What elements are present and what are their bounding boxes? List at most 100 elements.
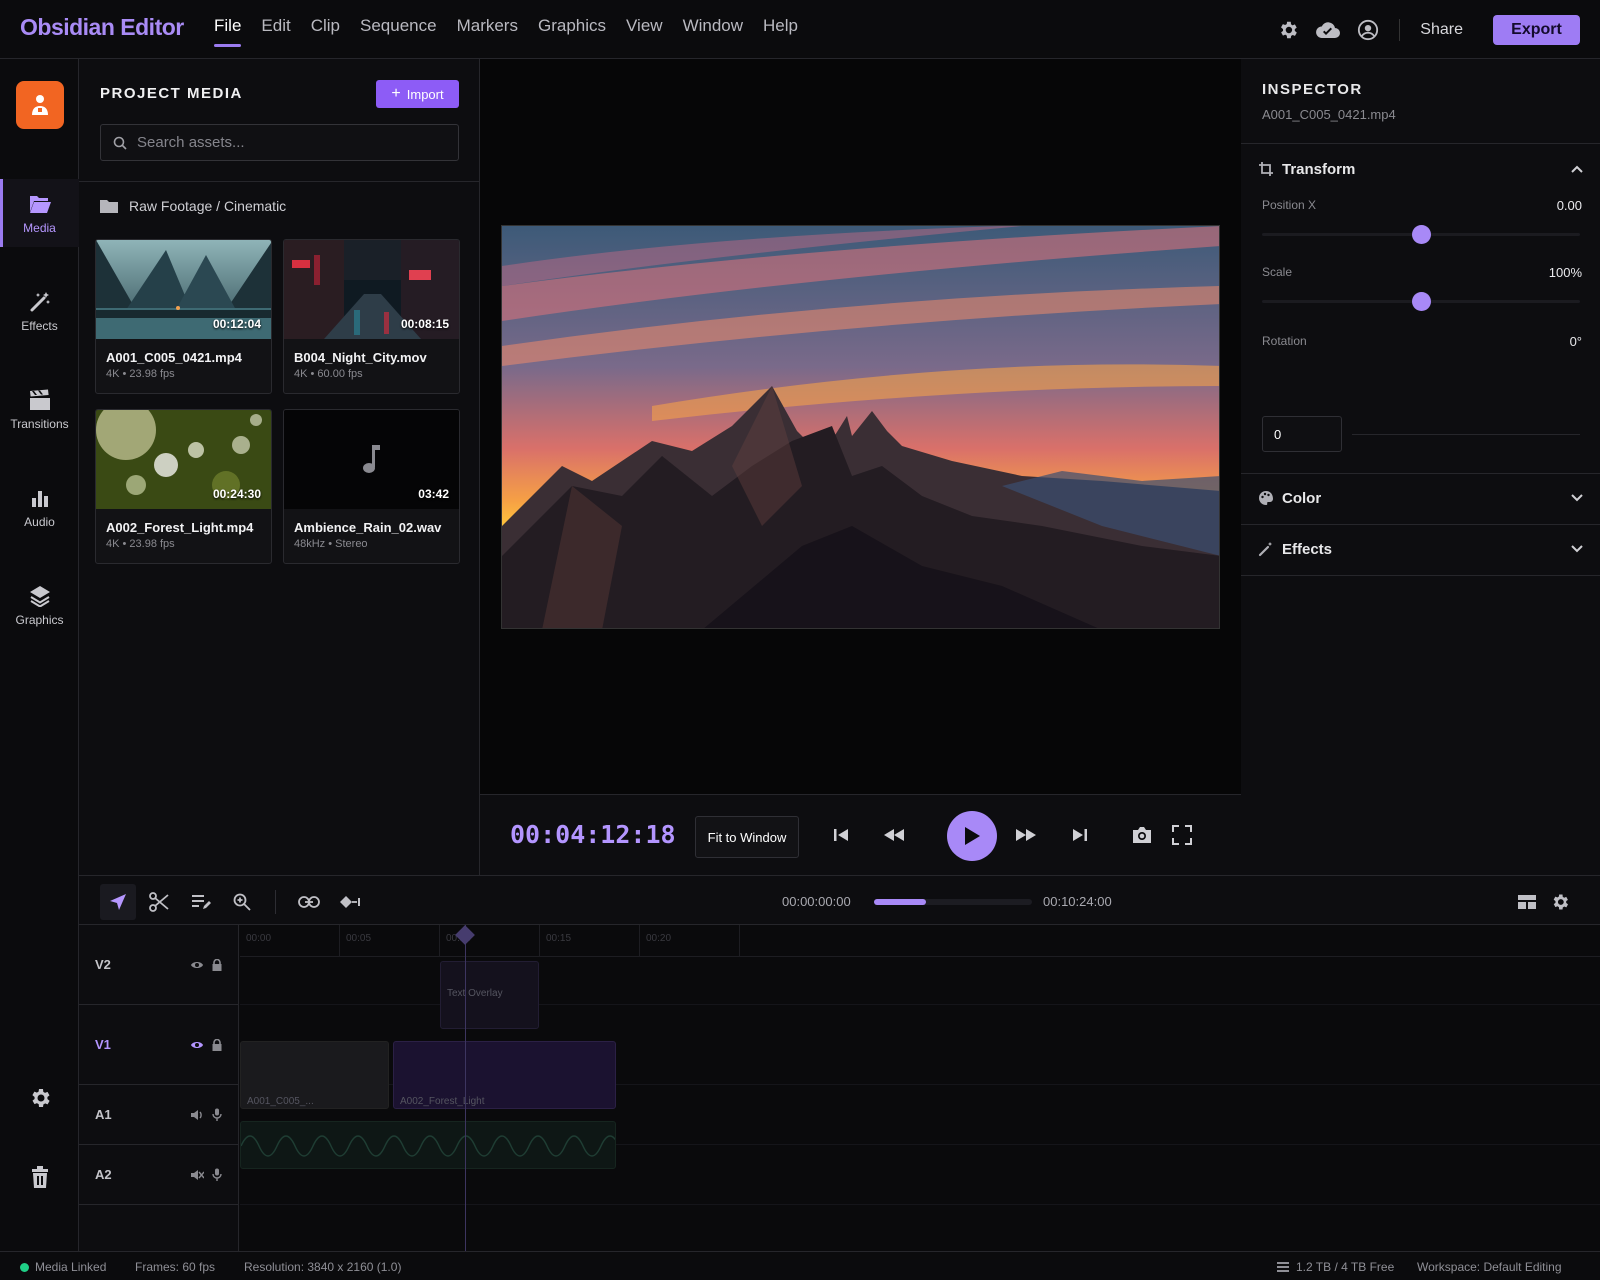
rail-item-graphics[interactable]: Graphics — [0, 571, 79, 639]
media-card[interactable]: 00:24:30 A002_Forest_Light.mp4 4K • 23.9… — [95, 409, 272, 564]
track-header-a1[interactable]: A1 — [79, 1085, 239, 1145]
import-button[interactable]: + Import — [376, 80, 459, 108]
menu-view[interactable]: View — [626, 16, 663, 46]
effects-section-header[interactable]: Effects — [1258, 537, 1583, 561]
settings-gear-icon[interactable] — [1275, 17, 1301, 43]
menu-edit[interactable]: Edit — [261, 16, 290, 46]
rail-item-media[interactable]: Media — [0, 179, 79, 247]
track-header-v2[interactable]: V2 — [79, 925, 239, 1005]
export-button[interactable]: Export — [1493, 15, 1580, 45]
video-preview[interactable] — [501, 225, 1220, 629]
playhead[interactable] — [465, 925, 466, 1251]
trash-icon[interactable] — [0, 1166, 79, 1188]
rail-label: Transitions — [10, 417, 69, 431]
settings-gear-icon[interactable] — [0, 1086, 79, 1110]
slider-knob[interactable] — [1412, 225, 1431, 244]
audio-clip-waveform[interactable] — [240, 1121, 616, 1169]
media-card[interactable]: 00:12:04 A001_C005_0421.mp4 4K • 23.98 f… — [95, 239, 272, 394]
clip-text-overlay[interactable]: Text Overlay — [440, 961, 539, 1029]
media-card[interactable]: 00:08:15 B004_Night_City.mov 4K • 60.00 … — [283, 239, 460, 394]
search-box — [100, 124, 459, 161]
section-label: Transform — [1282, 160, 1356, 178]
skip-to-end-icon[interactable] — [1066, 821, 1094, 849]
fullscreen-icon[interactable] — [1168, 821, 1196, 849]
resolution-status: Resolution: 3840 x 2160 (1.0) — [244, 1260, 402, 1274]
magic-wand-icon — [1258, 542, 1272, 557]
clip-v1-a002[interactable]: A002_Forest_Light — [393, 1041, 616, 1109]
color-section-header[interactable]: Color — [1258, 486, 1583, 510]
rail-item-effects[interactable]: Effects — [0, 277, 79, 345]
eye-icon[interactable] — [187, 1040, 207, 1050]
menu-graphics[interactable]: Graphics — [538, 16, 606, 46]
menu-file[interactable]: File — [214, 16, 242, 47]
media-card[interactable]: 03:42 Ambience_Rain_02.wav 48kHz • Stere… — [283, 409, 460, 564]
microphone-icon[interactable] — [207, 1168, 227, 1181]
scale-slider[interactable] — [1262, 292, 1580, 311]
menu-help[interactable]: Help — [763, 16, 798, 46]
thumbnail-night-city: 00:08:15 — [284, 240, 459, 339]
skip-to-start-icon[interactable] — [827, 821, 855, 849]
track-name: A2 — [95, 1167, 112, 1182]
link-icon[interactable] — [291, 884, 327, 920]
cloud-sync-icon[interactable] — [1315, 17, 1341, 43]
menu-window[interactable]: Window — [683, 16, 743, 46]
folder-icon — [100, 200, 118, 213]
fast-forward-icon[interactable] — [1012, 821, 1040, 849]
media-meta: 4K • 23.98 fps — [106, 538, 175, 550]
share-button[interactable]: Share — [1420, 21, 1463, 39]
timeline-settings-gear-icon[interactable] — [1542, 884, 1578, 920]
position-x-slider[interactable] — [1262, 225, 1580, 244]
rotation-input[interactable] — [1262, 416, 1342, 452]
menu-markers[interactable]: Markers — [457, 16, 518, 46]
menu-clip[interactable]: Clip — [311, 16, 340, 46]
timeline-scrubber[interactable] — [874, 899, 1032, 905]
rail-label: Audio — [24, 515, 55, 529]
duration-badge: 03:42 — [418, 487, 449, 501]
divider — [275, 890, 276, 914]
fit-to-window-button[interactable]: Fit to Window — [695, 816, 799, 858]
storage-list-icon — [1277, 1262, 1289, 1272]
left-rail: Media Effects Transitions Audio Graphics — [0, 59, 79, 1251]
search-input[interactable] — [137, 134, 437, 151]
folder-open-icon — [29, 196, 51, 213]
timeline-start-time: 00:00:00:00 — [782, 894, 851, 909]
rail-item-transitions[interactable]: Transitions — [0, 375, 79, 443]
keyframe-icon[interactable] — [333, 884, 369, 920]
select-tool-arrow-icon[interactable] — [100, 884, 136, 920]
text-edit-icon[interactable] — [183, 884, 219, 920]
lock-icon[interactable] — [207, 958, 227, 971]
clip-v1-a001[interactable]: A001_C005_... — [240, 1041, 389, 1109]
top-bar: Obsidian Editor File Edit Clip Sequence … — [0, 0, 1600, 59]
slider-knob[interactable] — [1412, 292, 1431, 311]
eye-icon[interactable] — [187, 960, 207, 970]
timeline-tracks[interactable]: 00:00 00:05 00:10 00:15 00:20 Text Overl… — [240, 925, 1600, 1251]
rail-label: Effects — [21, 319, 58, 333]
track-header-a2[interactable]: A2 — [79, 1145, 239, 1205]
camera-snapshot-icon[interactable] — [1128, 821, 1156, 849]
folder-breadcrumb[interactable]: Raw Footage / Cinematic — [100, 198, 286, 214]
time-ruler[interactable]: 00:00 00:05 00:10 00:15 00:20 — [240, 925, 1600, 957]
rewind-icon[interactable] — [880, 821, 908, 849]
divider — [79, 181, 479, 182]
transform-section-header[interactable]: Transform — [1258, 157, 1583, 181]
media-name: Ambience_Rain_02.wav — [294, 520, 442, 535]
transport-bar: 00:04:12:18 Fit to Window — [480, 794, 1241, 875]
chevron-down-icon — [1571, 545, 1583, 553]
menu-sequence[interactable]: Sequence — [360, 16, 437, 46]
volume-icon[interactable] — [187, 1109, 207, 1121]
ruler-tick: 00:10 — [440, 925, 540, 957]
divider — [1399, 19, 1401, 41]
track-header-v1[interactable]: V1 — [79, 1005, 239, 1085]
zoom-icon[interactable] — [224, 884, 260, 920]
microphone-icon[interactable] — [207, 1108, 227, 1121]
section-label: Effects — [1282, 540, 1333, 558]
app-logo: Obsidian Editor — [20, 14, 184, 40]
account-icon[interactable] — [1355, 17, 1381, 43]
user-avatar[interactable] — [16, 81, 64, 129]
play-button[interactable] — [947, 811, 997, 861]
rail-item-audio[interactable]: Audio — [0, 473, 79, 541]
volume-muted-icon[interactable] — [187, 1169, 207, 1181]
lock-icon[interactable] — [207, 1038, 227, 1051]
razor-scissors-icon[interactable] — [141, 884, 177, 920]
layout-grid-icon[interactable] — [1509, 884, 1545, 920]
